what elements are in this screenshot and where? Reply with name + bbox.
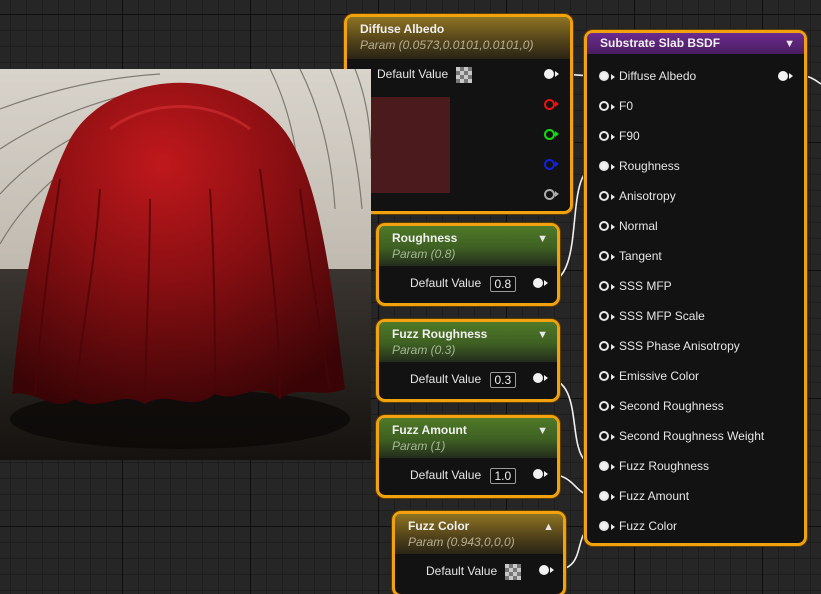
bsdf-input-label: Second Roughness [619, 399, 724, 413]
bsdf-input-pin[interactable] [599, 251, 615, 261]
bsdf-input-pin[interactable] [599, 431, 615, 441]
output-pin[interactable] [533, 469, 548, 479]
chevron-down-icon[interactable]: ▼ [537, 233, 548, 245]
bsdf-input-pin[interactable] [599, 131, 615, 141]
bsdf-header[interactable]: Substrate Slab BSDF ▼ [587, 33, 804, 54]
node-title: Fuzz Amount [392, 423, 467, 437]
bsdf-input-pin[interactable] [599, 191, 615, 201]
bsdf-input-pin[interactable] [599, 491, 615, 501]
bsdf-input-label: Fuzz Color [619, 519, 678, 533]
output-pin[interactable] [533, 373, 548, 383]
default-value-label: Default Value [410, 276, 482, 291]
fuzz-amount-node[interactable]: Fuzz Amount Param (1) ▼ Default Value 1.… [379, 418, 557, 495]
fuzz-amount-header[interactable]: Fuzz Amount Param (1) ▼ [379, 418, 557, 458]
bsdf-input-pin[interactable] [599, 521, 615, 531]
node-title: Fuzz Color [408, 519, 470, 533]
bsdf-input-label: F0 [619, 99, 634, 113]
bsdf-input-label: SSS MFP Scale [619, 309, 705, 323]
bsdf-input-pin[interactable] [599, 341, 615, 351]
node-subtitle: Param (0.943,0,0,0) [408, 535, 515, 549]
bsdf-input-pin[interactable] [599, 401, 615, 411]
fuzz-color-header[interactable]: Fuzz Color Param (0.943,0,0,0) ▲ [395, 514, 563, 554]
node-title: Fuzz Roughness [392, 327, 488, 341]
bsdf-input-label: Tangent [619, 249, 662, 263]
output-pin[interactable] [539, 565, 554, 575]
red-output-pin[interactable] [544, 99, 559, 110]
material-preview-viewport[interactable] [0, 69, 371, 460]
default-value-input[interactable]: 0.3 [489, 372, 517, 388]
bsdf-input-label: Emissive Color [619, 369, 700, 383]
chevron-up-icon[interactable]: ▲ [543, 521, 554, 533]
node-title: Substrate Slab BSDF [600, 36, 721, 50]
bsdf-input-label: Diffuse Albedo [619, 69, 697, 83]
bsdf-input-pin[interactable] [599, 221, 615, 231]
chevron-down-icon[interactable]: ▼ [537, 329, 548, 341]
diffuse-albedo-node[interactable]: Diffuse Albedo Param (0.0573,0.0101,0.01… [347, 17, 570, 211]
color-swatch-preview [371, 97, 450, 193]
default-value-label: Default Value [426, 564, 498, 579]
node-title: Roughness [392, 231, 458, 245]
substrate-slab-bsdf-node[interactable]: Substrate Slab BSDF ▼ Diffuse Albedo F0 F9… [587, 33, 804, 543]
green-output-pin[interactable] [544, 129, 559, 140]
blue-output-pin[interactable] [544, 159, 559, 170]
default-value-row: Default Value [377, 67, 472, 83]
output-pin[interactable] [533, 278, 548, 288]
bsdf-input-label: SSS MFP [619, 279, 672, 293]
roughness-node[interactable]: Roughness Param (0.8) ▼ Default Value 0.… [379, 226, 557, 303]
bsdf-input-label: Anisotropy [619, 189, 676, 203]
bsdf-input-pin[interactable] [599, 461, 615, 471]
bsdf-output-pin[interactable] [778, 71, 793, 81]
bsdf-input-label: Second Roughness Weight [619, 429, 765, 443]
chevron-down-icon[interactable]: ▼ [784, 38, 795, 50]
bsdf-input-pin[interactable] [599, 161, 615, 171]
default-value-row: Default Value 1.0 [410, 468, 517, 484]
cloth-preview-image [0, 69, 371, 460]
chevron-down-icon[interactable]: ▼ [537, 425, 548, 437]
bsdf-input-pin[interactable] [599, 71, 615, 81]
bsdf-input-label: SSS Phase Anisotropy [619, 339, 740, 353]
node-subtitle: Param (1) [392, 439, 446, 453]
bsdf-input-pin[interactable] [599, 371, 615, 381]
node-subtitle: Param (0.8) [392, 247, 456, 261]
default-value-row: Default Value [426, 564, 521, 580]
bsdf-input-label: Fuzz Roughness [619, 459, 710, 473]
bsdf-input-pin[interactable] [599, 101, 615, 111]
default-value-input[interactable]: 1.0 [489, 468, 517, 484]
bsdf-input-label: Roughness [619, 159, 680, 173]
default-value-label: Default Value [410, 372, 482, 387]
bsdf-input-label: Fuzz Amount [619, 489, 690, 503]
checker-texture-icon[interactable] [455, 67, 472, 83]
default-value-row: Default Value 0.8 [410, 276, 517, 292]
bsdf-input-label: F90 [619, 129, 640, 143]
checker-texture-icon[interactable] [504, 564, 521, 580]
default-value-input[interactable]: 0.8 [489, 276, 517, 292]
rgba-output-pin[interactable] [544, 69, 559, 79]
bsdf-input-label: Normal [619, 219, 658, 233]
roughness-header[interactable]: Roughness Param (0.8) ▼ [379, 226, 557, 266]
diffuse-albedo-header[interactable]: Diffuse Albedo Param (0.0573,0.0101,0.01… [347, 17, 570, 59]
fuzz-roughness-header[interactable]: Fuzz Roughness Param (0.3) ▼ [379, 322, 557, 362]
fuzz-roughness-node[interactable]: Fuzz Roughness Param (0.3) ▼ Default Val… [379, 322, 557, 399]
fuzz-color-node[interactable]: Fuzz Color Param (0.943,0,0,0) ▲ Default… [395, 514, 563, 594]
default-value-label: Default Value [377, 67, 449, 82]
default-value-label: Default Value [410, 468, 482, 483]
alpha-output-pin[interactable] [544, 189, 559, 200]
node-title: Diffuse Albedo [360, 22, 445, 36]
bsdf-input-pin[interactable] [599, 311, 615, 321]
bsdf-input-pin[interactable] [599, 281, 615, 291]
node-subtitle: Param (0.3) [392, 343, 456, 357]
node-subtitle: Param (0.0573,0.0101,0.0101,0) [360, 38, 534, 52]
default-value-row: Default Value 0.3 [410, 372, 517, 388]
